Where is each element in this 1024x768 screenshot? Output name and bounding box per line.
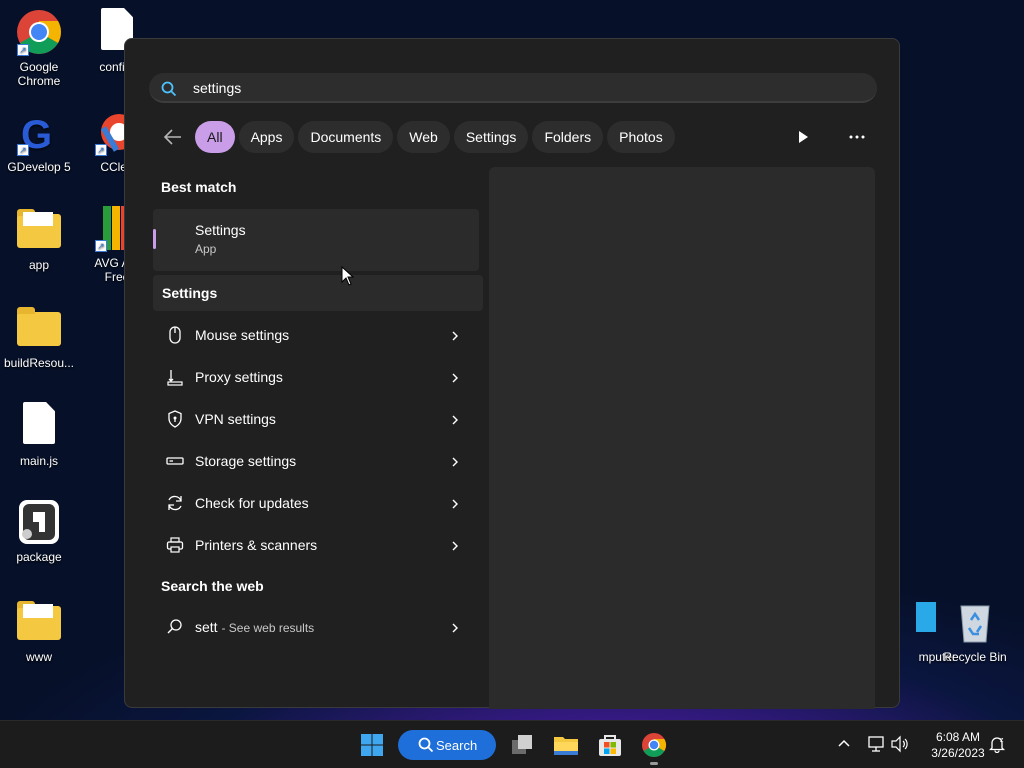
chrome-taskbar-icon[interactable]: [640, 731, 668, 759]
proxy-icon: [165, 367, 185, 387]
microsoft-store-icon[interactable]: [596, 731, 624, 759]
storage-icon: [165, 451, 185, 471]
taskbar: Search 6:08 AM 3/26/2023 z: [0, 720, 1024, 768]
desktop-icon-gdevelop[interactable]: G ↗ GDevelop 5: [0, 108, 78, 174]
web-search-label: sett - See web results: [195, 619, 314, 635]
desktop-icon-package[interactable]: package: [0, 498, 78, 564]
system-clock[interactable]: 6:08 AM 3/26/2023: [918, 729, 998, 761]
running-indicator: [650, 762, 658, 765]
chevron-right-icon: [449, 539, 461, 551]
clock-date: 3/26/2023: [931, 746, 985, 760]
filter-bar: All Apps Documents Web Settings Folders …: [161, 121, 679, 153]
desktop-icon-label: www: [26, 650, 52, 664]
gdevelop-icon: G ↗: [15, 108, 63, 157]
search-panel: All Apps Documents Web Settings Folders …: [124, 38, 900, 709]
search-input[interactable]: [193, 79, 793, 97]
filter-web[interactable]: Web: [397, 121, 450, 153]
file-icon: [15, 402, 63, 450]
result-vpn-settings[interactable]: VPN settings: [153, 399, 479, 439]
best-match-settings-app[interactable]: Settings App: [153, 209, 479, 271]
clock-time: 6:08 AM: [935, 730, 981, 744]
search-web-heading: Search the web: [161, 578, 264, 594]
web-query: sett: [195, 619, 218, 635]
desktop-icon-main-js[interactable]: main.js: [0, 402, 78, 468]
start-button-windows-icon[interactable]: [358, 731, 386, 759]
result-check-for-updates[interactable]: Check for updates: [153, 483, 479, 523]
desktop-icon-recycle-bin[interactable]: Recycle Bin: [936, 598, 1014, 664]
folder-icon: [15, 206, 63, 254]
recycle-bin-icon: [951, 598, 999, 646]
desktop-icon-chrome[interactable]: ↗ Google Chrome: [0, 8, 78, 88]
desktop-icon-label: Recycle Bin: [943, 650, 1007, 664]
svg-text:z: z: [1000, 737, 1004, 744]
search-icon: [165, 617, 185, 637]
mouse-cursor-icon: [341, 265, 355, 291]
result-label: VPN settings: [195, 411, 276, 427]
chevron-right-icon: [449, 413, 461, 425]
chevron-right-icon: [449, 497, 461, 509]
computer-icon: [894, 598, 942, 646]
filter-folders[interactable]: Folders: [532, 121, 604, 153]
web-results-suffix: - See web results: [221, 621, 315, 635]
desktop-icon-buildresources[interactable]: buildResou...: [0, 304, 78, 370]
filter-settings[interactable]: Settings: [453, 121, 529, 153]
file-explorer-icon[interactable]: [552, 731, 580, 759]
result-label: Printers & scanners: [195, 537, 318, 553]
more-options-icon[interactable]: [847, 127, 867, 147]
result-label: Check for updates: [195, 495, 309, 511]
folder-icon: [15, 598, 63, 646]
chevron-right-icon: [449, 455, 461, 467]
network-icon[interactable]: [866, 735, 886, 753]
desktop-icon-label: app: [28, 258, 50, 272]
taskbar-search-label: Search: [436, 738, 478, 753]
best-match-name: Settings: [195, 222, 246, 238]
filter-photos[interactable]: Photos: [607, 121, 675, 153]
desktop-icon-label: GDevelop 5: [7, 160, 71, 174]
filter-all[interactable]: All: [195, 121, 235, 153]
folder-icon: [15, 304, 63, 352]
back-arrow-icon[interactable]: [161, 125, 185, 149]
desktop-icon-label: buildResou...: [3, 356, 75, 370]
desktop-icon-app[interactable]: app: [0, 206, 78, 272]
selection-indicator: [153, 229, 156, 249]
play-icon[interactable]: [793, 127, 813, 147]
chevron-right-icon: [449, 621, 461, 633]
best-match-heading: Best match: [161, 179, 237, 195]
volume-icon[interactable]: [890, 735, 910, 753]
desktop-icon-www[interactable]: www: [0, 598, 78, 664]
search-box[interactable]: [149, 73, 877, 103]
search-icon: [161, 81, 177, 102]
desktop-icon-label: main.js: [19, 454, 58, 468]
result-printers-scanners[interactable]: Printers & scanners: [153, 525, 479, 565]
printer-icon: [165, 535, 185, 555]
search-icon: [418, 737, 434, 756]
result-web-search[interactable]: sett - See web results: [153, 607, 479, 647]
chrome-icon: ↗: [15, 8, 63, 56]
result-mouse-settings[interactable]: Mouse settings: [153, 315, 479, 355]
notifications-icon[interactable]: z: [988, 735, 1006, 754]
task-view-icon[interactable]: [508, 731, 536, 759]
settings-section-heading[interactable]: Settings: [153, 275, 483, 311]
update-icon: [165, 493, 185, 513]
chevron-up-icon[interactable]: [836, 735, 852, 751]
result-proxy-settings[interactable]: Proxy settings: [153, 357, 479, 397]
desktop-icon-label: package: [16, 550, 62, 564]
chevron-right-icon: [449, 371, 461, 383]
vpn-shield-icon: [165, 409, 185, 429]
result-label: Mouse settings: [195, 327, 290, 343]
taskbar-search-button[interactable]: Search: [398, 730, 496, 760]
filter-documents[interactable]: Documents: [298, 121, 394, 153]
mouse-icon: [165, 325, 185, 345]
desktop-icon-label: Google Chrome: [17, 60, 61, 88]
result-storage-settings[interactable]: Storage settings: [153, 441, 479, 481]
result-label: Proxy settings: [195, 369, 283, 385]
chevron-right-icon: [449, 329, 461, 341]
best-match-type: App: [195, 242, 217, 256]
preview-pane: [489, 167, 875, 709]
result-label: Storage settings: [195, 453, 297, 469]
package-icon: [15, 498, 63, 546]
filter-apps[interactable]: Apps: [238, 121, 295, 153]
